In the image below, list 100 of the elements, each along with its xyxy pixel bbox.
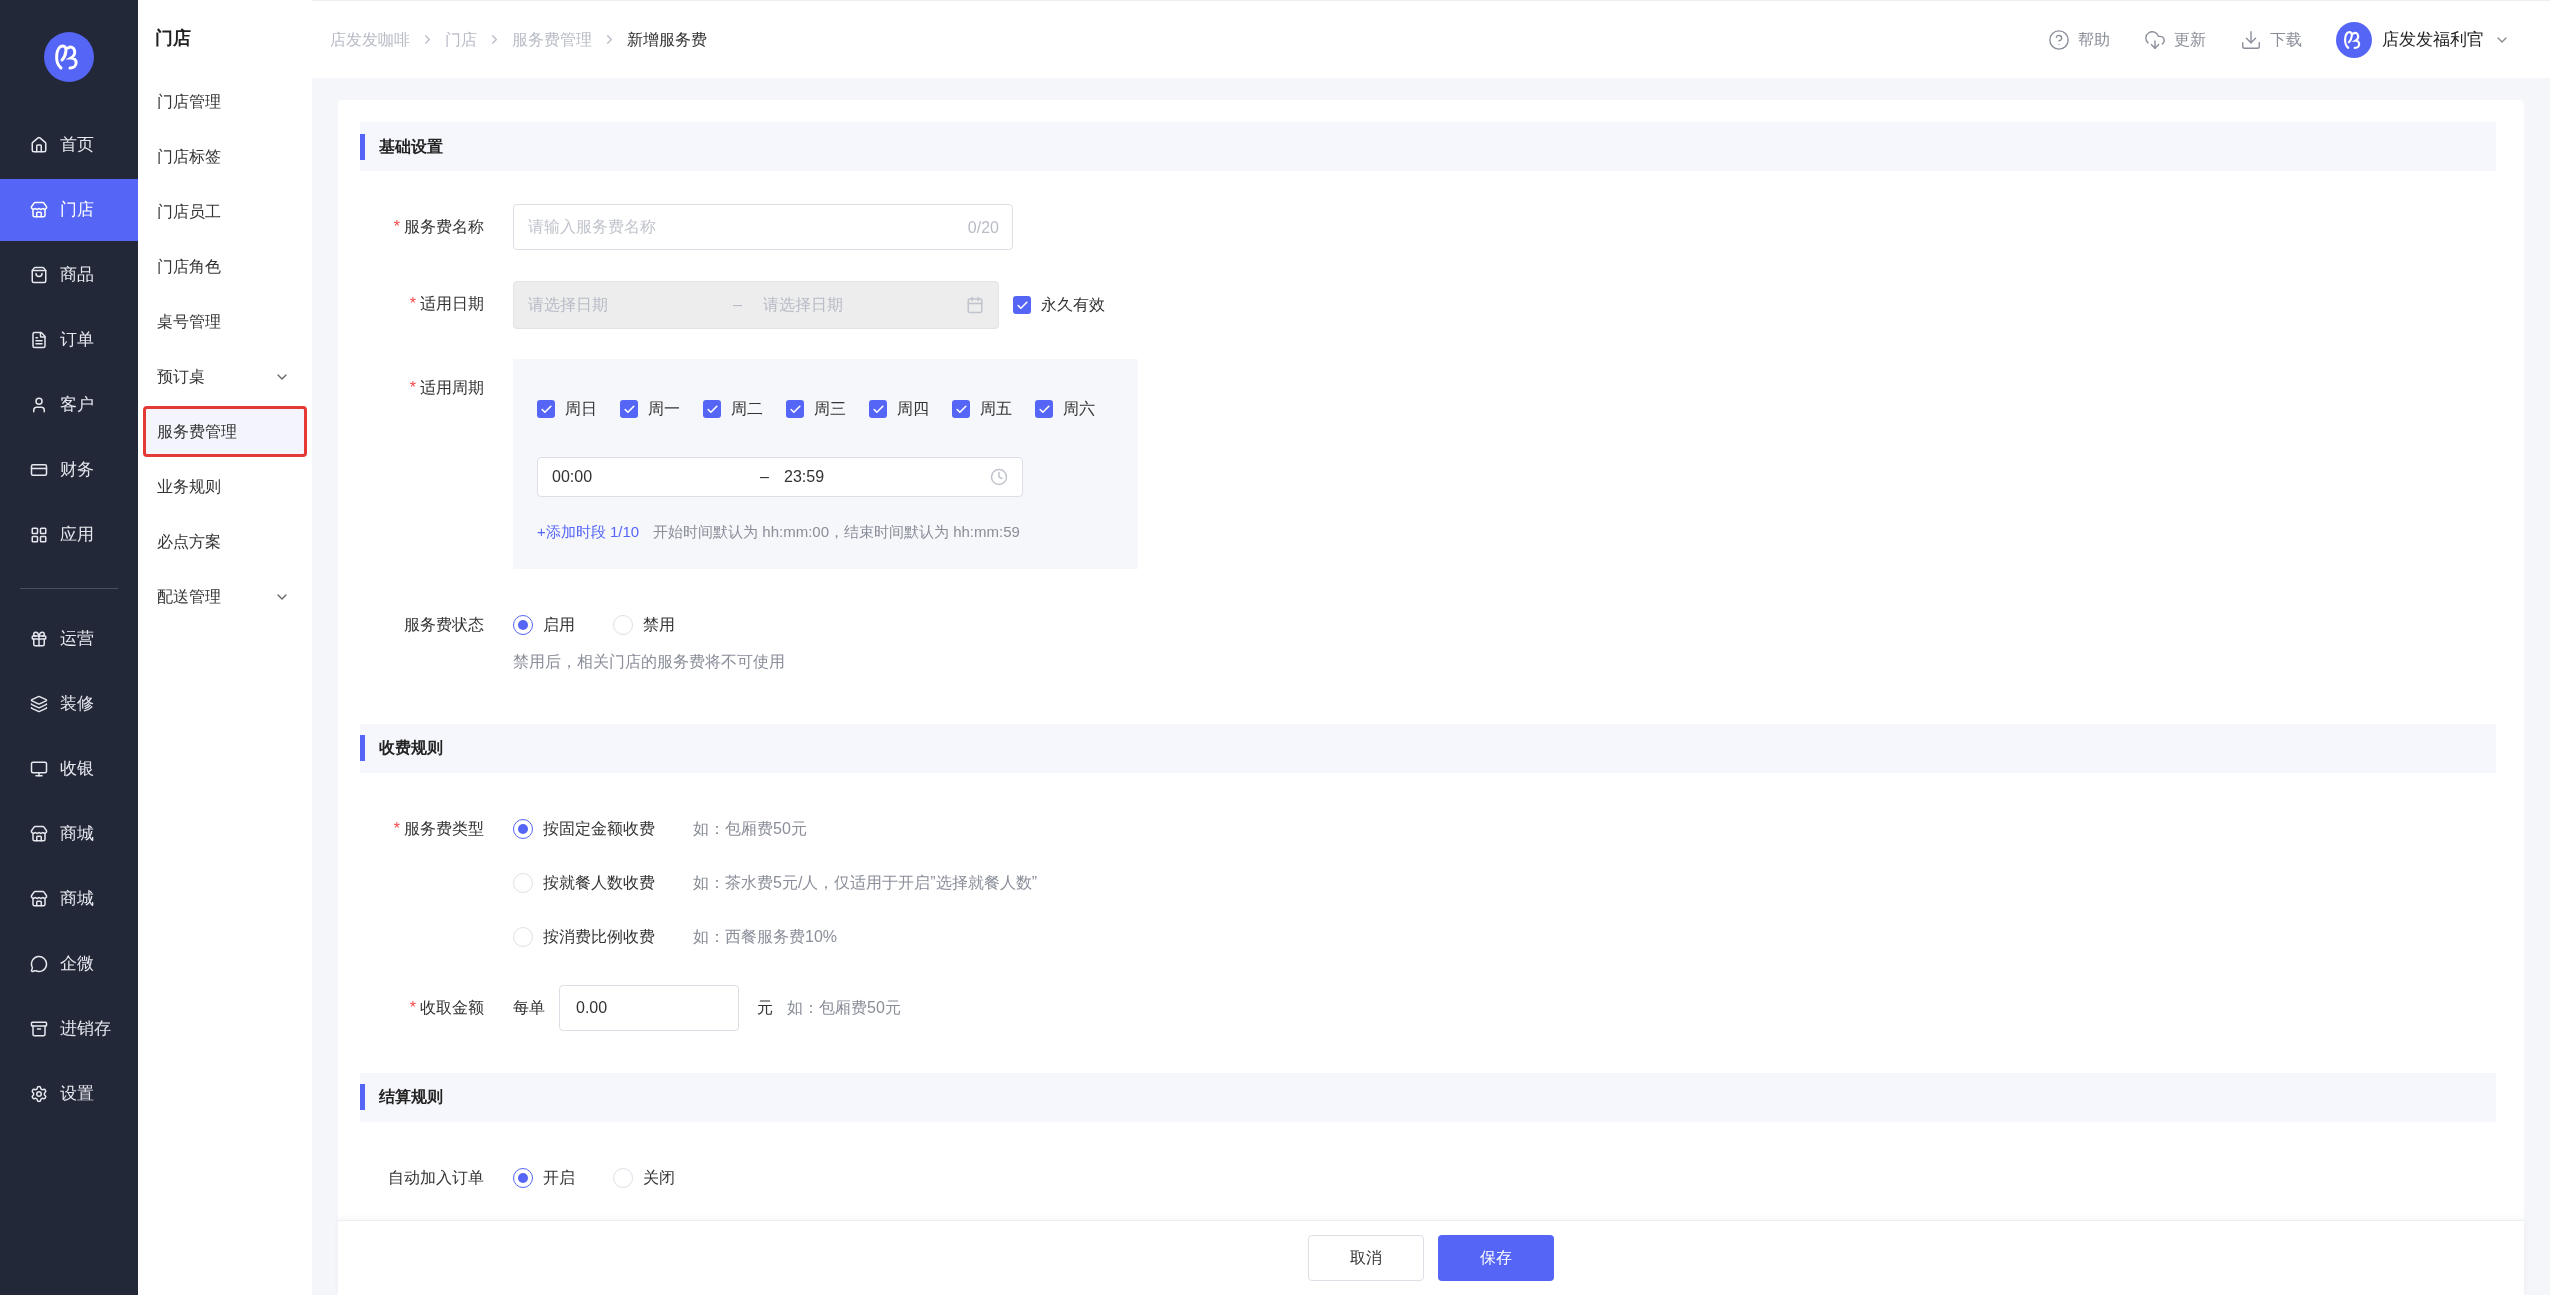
checkmark-icon [705, 402, 719, 416]
submenu-item[interactable]: 门店角色 [143, 241, 307, 292]
section-title: 结算规则 [379, 1087, 443, 1107]
end-time: 23:59 [784, 467, 826, 487]
submenu-item[interactable]: 配送管理 [143, 571, 307, 622]
sidebar-item[interactable]: 进销存 [0, 998, 138, 1060]
example-hint: 如：包厢费50元 [787, 997, 901, 1018]
range-separator: – [760, 467, 770, 487]
section-title: 基础设置 [379, 136, 443, 157]
sidebar-item[interactable]: 客户 [0, 374, 138, 436]
calendar-icon [966, 296, 984, 314]
submenu-title: 门店 [154, 26, 192, 50]
range-separator: – [733, 295, 743, 315]
layers-icon [30, 695, 48, 713]
submenu-item[interactable]: 必点方案 [143, 516, 307, 567]
weekday-label: 周一 [648, 399, 680, 419]
section-marker [360, 133, 365, 160]
store-icon [30, 825, 48, 843]
sidebar-item[interactable]: 商品 [0, 244, 138, 306]
submenu-item[interactable]: 门店员工 [143, 186, 307, 237]
amount-prefix: 每单 [513, 997, 545, 1018]
archive-icon [30, 1020, 48, 1038]
weekday-label: 周二 [731, 399, 763, 419]
weekday-label: 周四 [897, 399, 929, 419]
sidebar-item[interactable]: 财务 [0, 439, 138, 501]
card-icon [30, 461, 48, 479]
submenu-item[interactable]: 服务费管理 [143, 406, 307, 457]
time-range-field[interactable]: 00:00 – 23:59 [537, 457, 1023, 497]
radio-label: 开启 [543, 1167, 575, 1188]
radio-label: 按就餐人数收费 [543, 872, 656, 893]
checkbox[interactable] [703, 400, 721, 418]
cloud-download-icon [2144, 28, 2166, 51]
required-asterisk: * [409, 378, 416, 398]
sidebar-item[interactable]: 收银 [0, 738, 138, 800]
sidebar-item[interactable]: 装修 [0, 673, 138, 735]
breadcrumb-item: 新增服务费 [627, 29, 707, 50]
document-icon [30, 331, 48, 349]
checkbox[interactable] [620, 400, 638, 418]
field-label: 适用周期 [420, 378, 484, 398]
weekday-label: 周六 [1063, 399, 1095, 419]
grid-icon [30, 526, 48, 544]
sidebar-item[interactable]: 运营 [0, 608, 138, 670]
help-icon [2048, 28, 2070, 51]
required-asterisk: * [393, 217, 400, 237]
cancel-button[interactable]: 取消 [1308, 1235, 1424, 1281]
download-icon [2240, 28, 2262, 51]
checkmark-icon [871, 402, 885, 416]
store-icon [30, 201, 48, 219]
field-label: 收取金额 [420, 997, 484, 1018]
clock-icon [990, 468, 1008, 486]
checkmark-icon [539, 402, 553, 416]
required-asterisk: * [393, 818, 400, 839]
radio-label: 按消费比例收费 [543, 926, 656, 947]
checkbox[interactable] [1035, 400, 1053, 418]
sidebar-item[interactable]: 设置 [0, 1063, 138, 1125]
required-asterisk: * [409, 294, 416, 314]
checkbox[interactable] [537, 400, 555, 418]
sidebar-item[interactable]: 订单 [0, 309, 138, 371]
currency-unit: 元 [757, 997, 773, 1018]
sidebar-item[interactable]: 门店 [0, 179, 138, 241]
field-label: 服务费类型 [404, 818, 484, 839]
checkmark-icon [1037, 402, 1051, 416]
field-label: 自动加入订单 [388, 1167, 484, 1188]
checkbox[interactable] [786, 400, 804, 418]
weekday-label: 周五 [980, 399, 1012, 419]
save-button[interactable]: 保存 [1438, 1235, 1554, 1281]
settings-icon [30, 1085, 48, 1103]
checkmark-icon [622, 402, 636, 416]
field-label: 服务费状态 [404, 614, 484, 635]
radio-label: 关闭 [643, 1167, 675, 1188]
checkbox-label: 永久有效 [1041, 295, 1105, 315]
radio-label: 禁用 [643, 614, 675, 635]
monitor-icon [30, 760, 48, 778]
example-hint: 如：西餐服务费10% [693, 926, 838, 947]
sidebar-item[interactable]: 应用 [0, 504, 138, 566]
amount-field[interactable]: 0.00 [559, 984, 739, 1031]
submenu-item[interactable]: 门店标签 [143, 131, 307, 182]
start-time: 00:00 [552, 467, 594, 487]
add-time-slot-link[interactable]: +添加时段 1/10 [537, 521, 640, 544]
sidebar-item[interactable]: 首页 [0, 114, 138, 176]
logo-icon [2336, 21, 2372, 58]
required-asterisk: * [409, 997, 416, 1018]
checkmark-icon [1015, 298, 1029, 312]
checkbox[interactable] [952, 400, 970, 418]
checkbox[interactable] [869, 400, 887, 418]
logo-icon [44, 32, 94, 82]
user-icon [30, 396, 48, 414]
user-name: 店发发福利官 [2382, 28, 2484, 51]
home-icon [30, 136, 48, 154]
submenu-item[interactable]: 门店管理 [143, 76, 307, 127]
submenu-item[interactable]: 业务规则 [143, 461, 307, 512]
submenu-item[interactable]: 桌号管理 [143, 296, 307, 347]
field-label: 适用日期 [420, 294, 484, 314]
example-hint: 如：茶水费5元/人，仅适用于开启”选择就餐人数” [693, 872, 1037, 893]
sidebar-item[interactable]: 商城 [0, 803, 138, 865]
submenu-item[interactable]: 预订桌 [143, 351, 307, 402]
sidebar-item[interactable]: 商城 [0, 868, 138, 930]
sidebar-item[interactable]: 企微 [0, 933, 138, 995]
section-marker [360, 735, 365, 761]
chat-icon [30, 955, 48, 973]
